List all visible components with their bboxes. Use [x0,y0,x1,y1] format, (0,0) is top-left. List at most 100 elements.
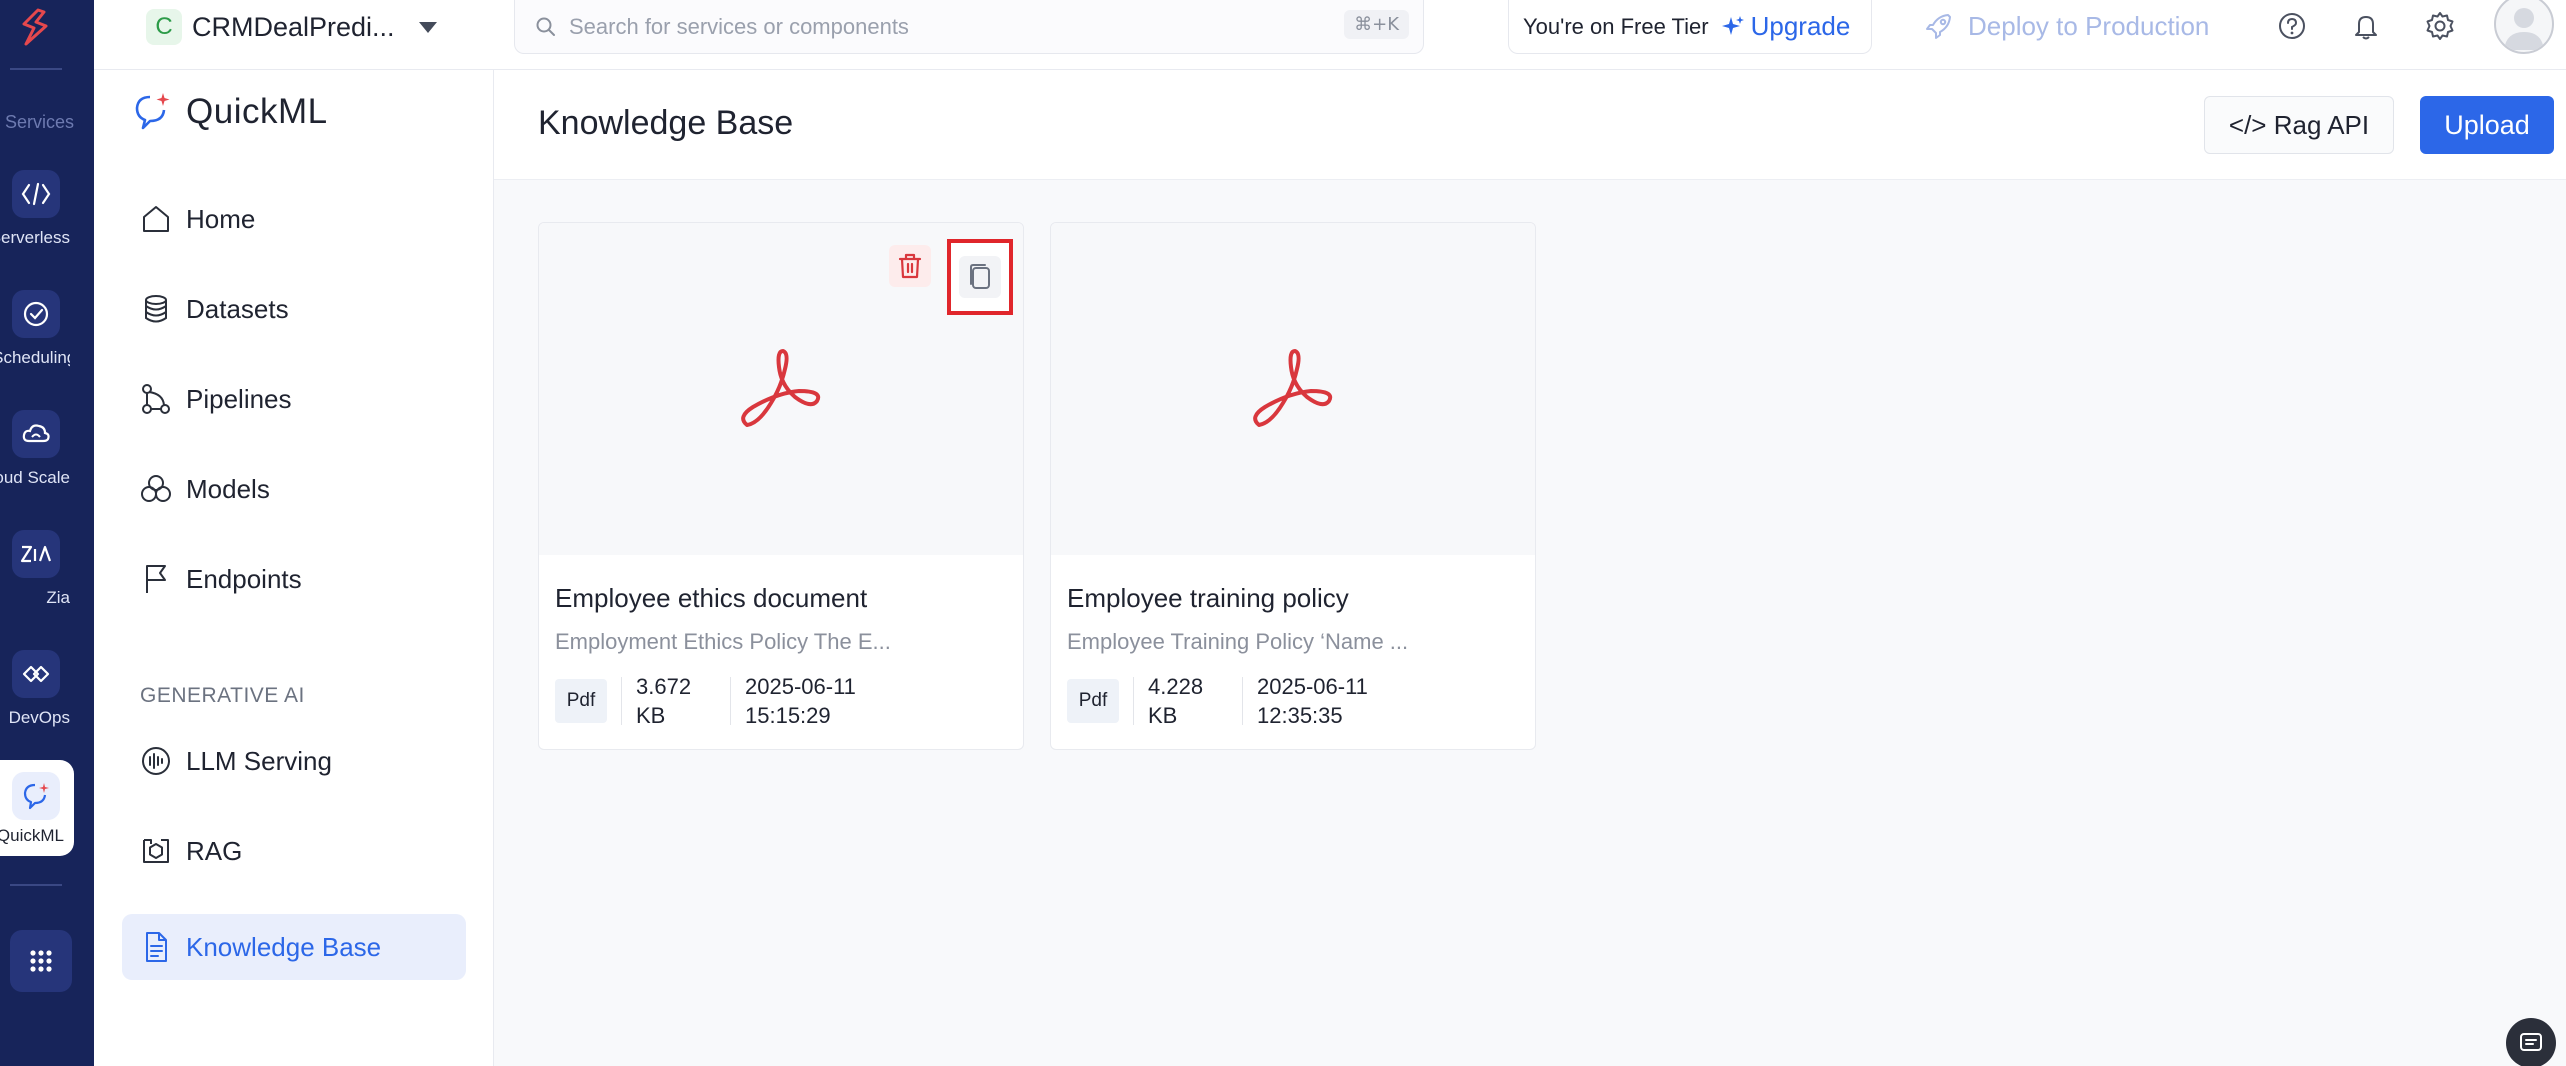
search-input[interactable]: Search for services or components [569,14,909,40]
meta-divider [1242,677,1243,725]
file-time: 12:35:35 [1257,703,1343,728]
cloud-scale-icon [12,410,60,458]
card-title: Employee training policy [1067,583,1349,613]
copy-button[interactable] [947,239,1013,315]
sidebar-item-label: LLM Serving [186,745,332,776]
file-size-value: 4.228 [1148,674,1204,699]
rail-divider [10,68,62,70]
card-title: Employee ethics document [555,583,868,613]
rail-item-quickml[interactable]: QuickML [0,760,74,856]
card-description: Employee Training Policy ‘Name ... [1067,629,1409,654]
brand: QuickML [130,90,328,134]
sidebar-item-datasets[interactable]: Datasets [122,276,466,342]
meta-divider [1133,677,1134,725]
file-type-badge: Pdf [555,679,607,723]
rail-item-label: Job Scheduling [0,348,70,367]
rag-api-button[interactable]: </> Rag API [2204,96,2394,154]
catalyst-logo-icon[interactable] [16,6,56,50]
database-icon [136,289,176,329]
pipeline-icon [136,379,176,419]
settings-gear-icon[interactable] [2422,8,2458,44]
sidebar-item-label: Knowledge Base [186,931,382,962]
quickml-sidebar: QuickML Home Datasets Pipelines Models E… [94,70,494,1066]
rail-item-label: DevOps [8,708,70,727]
sidebar-item-label: Datasets [186,293,289,324]
top-bar: C CRMDealPredi... Search for services or… [94,0,2566,70]
project-selector[interactable]: C CRMDealPredi... [146,6,437,48]
file-size-unit: KB [636,703,666,728]
job-scheduling-icon [12,290,60,338]
devops-icon [12,650,60,698]
file-size: 3.672 KB [636,672,716,730]
rail-item-label: Cloud Scale [0,468,70,487]
sidebar-item-endpoints[interactable]: Endpoints [122,546,466,612]
rail-item-devops[interactable]: DevOps [0,650,74,760]
file-size-unit: KB [1148,703,1178,728]
file-date: 2025-06-11 [1257,674,1368,699]
file-size: 4.228 KB [1148,672,1228,730]
file-timestamp: 2025-06-11 15:15:29 [745,672,856,730]
apps-grid-button[interactable] [10,930,72,992]
trash-icon [898,253,922,279]
knowledge-card[interactable]: Employee ethics document Employment Ethi… [538,222,1024,750]
rocket-icon [1926,14,1951,39]
knowledge-card[interactable]: Employee training policy Employee Traini… [1050,222,1536,750]
card-preview [539,223,1023,555]
page-title: Knowledge Base [538,104,794,142]
sidebar-item-label: Home [186,203,256,234]
llm-serving-icon [136,741,176,781]
rail-item-label: Zia [46,588,70,607]
rail-item-zia[interactable]: Zia [0,530,74,640]
meta-divider [621,677,622,725]
sidebar-item-label: Models [186,473,270,504]
file-type-badge: Pdf [1067,679,1119,723]
document-icon [136,927,176,967]
tier-banner: You're on Free Tier Upgrade [1508,0,1872,54]
rail-item-serverless[interactable]: Serverless [0,170,74,280]
deploy-label: Deploy to Production [1968,10,2210,41]
rail-item-cloud-scale[interactable]: Cloud Scale [0,410,74,520]
rail-divider [10,884,62,886]
sidebar-item-models[interactable]: Models [122,456,466,522]
sidebar-item-home[interactable]: Home [122,186,466,252]
card-meta: Pdf 3.672 KB 2025-06-11 15:15:29 [555,673,856,729]
zia-icon [12,530,60,578]
meta-divider [730,677,731,725]
copy-button-bg [959,256,1001,298]
search-bar[interactable]: Search for services or components ⌘+K [514,0,1424,54]
sidebar-item-pipelines[interactable]: Pipelines [122,366,466,432]
search-shortcut-hint: ⌘+K [1344,10,1409,39]
notification-bell-icon[interactable] [2348,8,2384,44]
flag-icon [136,559,176,599]
sidebar-item-knowledge-base[interactable]: Knowledge Base [122,914,466,980]
rag-icon [136,831,176,871]
pdf-file-icon [1253,349,1333,427]
sidebar-item-label: RAG [186,835,243,866]
card-description: Employment Ethics Policy The E... [555,629,891,654]
rail-item-label: Serverless [0,228,70,247]
project-name: CRMDealPredi... [192,11,395,42]
card-preview [1051,223,1535,555]
quickml-logo-icon [135,93,170,130]
home-icon [136,199,176,239]
delete-button[interactable] [889,245,931,287]
sparkle-icon [1721,15,1744,35]
rail-item-label: QuickML [0,826,64,845]
serverless-icon [12,170,60,218]
help-icon[interactable] [2274,8,2310,44]
deploy-to-production-button[interactable]: Deploy to Production [1924,6,2209,46]
user-avatar[interactable] [2494,0,2554,54]
apps-grid-icon [30,950,52,972]
file-date: 2025-06-11 [745,674,856,699]
models-icon [136,469,176,509]
quickml-icon [12,772,60,820]
sidebar-item-rag[interactable]: RAG [122,818,466,884]
file-timestamp: 2025-06-11 12:35:35 [1257,672,1368,730]
service-rail: Services Serverless Job Scheduling Cloud… [0,0,94,1066]
sidebar-item-label: Endpoints [186,563,302,594]
assistant-widget-button[interactable] [2506,1018,2556,1066]
sidebar-item-llm-serving[interactable]: LLM Serving [122,728,466,794]
upgrade-link[interactable]: Upgrade [1721,11,1850,42]
upload-button[interactable]: Upload [2420,96,2554,154]
rail-item-job-scheduling[interactable]: Job Scheduling [0,290,74,400]
